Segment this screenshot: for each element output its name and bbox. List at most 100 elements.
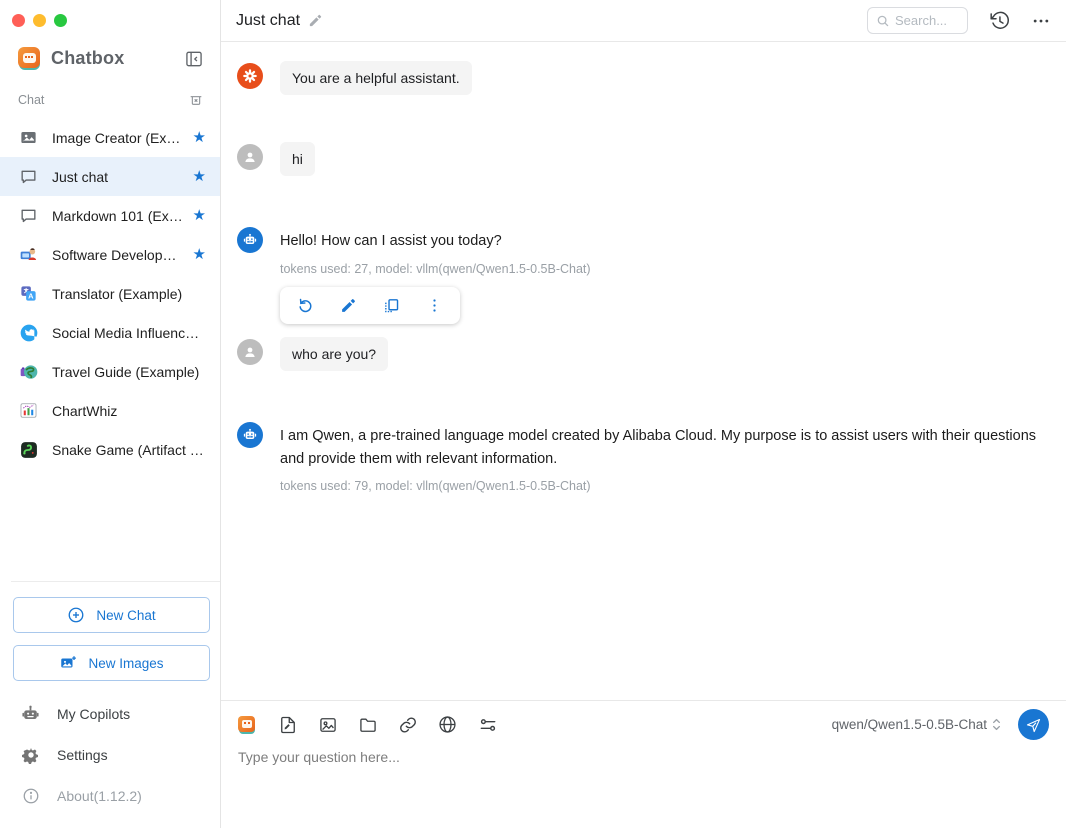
sidebar-item-image-creator[interactable]: Image Creator (Ex… ★: [0, 118, 220, 157]
sidebar-item-snake-game[interactable]: Snake Game (Artifact E…: [0, 430, 220, 469]
message-text: who are you?: [280, 337, 388, 371]
about-label: About(1.12.2): [57, 788, 142, 804]
chat-item-label: Image Creator (Ex…: [52, 130, 187, 146]
send-button[interactable]: [1018, 709, 1049, 740]
zoom-button[interactable]: [54, 14, 67, 27]
info-icon: [21, 786, 40, 805]
message-meta: tokens used: 27, model: vllm(qwen/Qwen1.…: [280, 262, 591, 276]
chat-section-header: Chat: [0, 92, 220, 108]
more-vertical-icon[interactable]: [426, 297, 443, 314]
new-images-button[interactable]: New Images: [13, 645, 210, 681]
chatbox-logo-icon[interactable]: [238, 716, 256, 734]
message-list: You are a helpful assistant. hi Hello! H…: [221, 42, 1066, 700]
minimize-button[interactable]: [33, 14, 46, 27]
sidebar-item-social-media-influencer[interactable]: Social Media Influencer …: [0, 313, 220, 352]
history-icon[interactable]: [989, 10, 1010, 31]
message-text: I am Qwen, a pre-trained language model …: [280, 420, 1042, 470]
image-attach-icon[interactable]: [317, 714, 338, 735]
sidebar-item-my-copilots[interactable]: My Copilots: [0, 693, 220, 734]
chat-item-label: Snake Game (Artifact E…: [52, 442, 206, 458]
search-box[interactable]: [867, 7, 968, 34]
robot-icon: [21, 704, 40, 723]
assistant-robot-avatar: [237, 227, 263, 253]
image-icon: [18, 127, 39, 148]
send-icon: [1025, 716, 1042, 733]
chat-item-label: Social Media Influencer …: [52, 325, 206, 341]
chart-icon: [18, 400, 39, 421]
close-button[interactable]: [12, 14, 25, 27]
assistant-robot-avatar: [237, 422, 263, 448]
user-avatar: [237, 339, 263, 365]
chat-item-label: Markdown 101 (Ex…: [52, 208, 187, 224]
chat-section-label: Chat: [18, 93, 44, 107]
star-icon[interactable]: ★: [193, 169, 206, 184]
new-chat-label: New Chat: [96, 608, 155, 623]
app-brand: Chatbox: [0, 47, 220, 70]
model-name: qwen/Qwen1.5-0.5B-Chat: [832, 717, 987, 732]
collapse-sidebar-icon[interactable]: [184, 49, 204, 69]
search-icon: [876, 14, 890, 28]
system-gear-avatar: [237, 63, 263, 89]
new-chat-button[interactable]: New Chat: [13, 597, 210, 633]
star-icon[interactable]: ★: [193, 130, 206, 145]
composer-toolbar: qwen/Qwen1.5-0.5B-Chat: [238, 712, 1049, 737]
chatbox-window: Chatbox Chat Image Creator (Ex… ★: [0, 0, 1066, 828]
svg-text:A: A: [28, 291, 34, 300]
message-meta: tokens used: 79, model: vllm(qwen/Qwen1.…: [280, 479, 1042, 493]
link-icon[interactable]: [397, 714, 418, 735]
image-plus-icon: [59, 654, 77, 672]
sidebar: Chatbox Chat Image Creator (Ex… ★: [0, 0, 221, 828]
regenerate-icon[interactable]: [297, 297, 314, 314]
conversation-header: Just chat: [221, 0, 1066, 42]
sliders-icon[interactable]: [477, 714, 498, 735]
message-user: who are you?: [237, 337, 1050, 371]
chat-item-label: Travel Guide (Example): [52, 364, 206, 380]
message-text: You are a helpful assistant.: [280, 61, 472, 95]
folder-icon[interactable]: [357, 714, 378, 735]
main-panel: Just chat You are: [221, 0, 1066, 828]
app-title: Chatbox: [51, 48, 184, 69]
chatbox-logo-icon: [18, 47, 41, 70]
new-images-label: New Images: [88, 656, 163, 671]
sidebar-item-chartwhiz[interactable]: ChartWhiz: [0, 391, 220, 430]
sidebar-divider: [11, 581, 220, 582]
more-horizontal-icon[interactable]: [1031, 11, 1051, 31]
model-selector[interactable]: qwen/Qwen1.5-0.5B-Chat: [832, 717, 1003, 732]
sidebar-item-travel-guide[interactable]: Travel Guide (Example): [0, 352, 220, 391]
sidebar-item-translator[interactable]: A Translator (Example): [0, 274, 220, 313]
conversation-title: Just chat: [236, 12, 300, 30]
edit-icon[interactable]: [340, 297, 357, 314]
star-icon[interactable]: ★: [193, 208, 206, 223]
edit-pencil-icon[interactable]: [308, 13, 323, 28]
window-controls: [0, 14, 220, 27]
chat-item-label: ChartWhiz: [52, 403, 206, 419]
message-text: Hello! How can I assist you today?: [280, 225, 591, 252]
gear-icon: [21, 745, 40, 764]
message-action-toolbar: [280, 287, 460, 324]
file-pen-icon[interactable]: [277, 714, 298, 735]
chat-item-label: Just chat: [52, 169, 187, 185]
model-chevrons-icon: [990, 717, 1003, 732]
developer-icon: [18, 244, 39, 265]
composer: qwen/Qwen1.5-0.5B-Chat: [221, 700, 1066, 828]
star-icon[interactable]: ★: [193, 247, 206, 262]
clear-chats-icon[interactable]: [188, 92, 204, 108]
sidebar-item-software-developer[interactable]: Software Develop… ★: [0, 235, 220, 274]
chat-bubble-icon: [18, 166, 39, 187]
search-input[interactable]: [895, 13, 955, 28]
message-input[interactable]: [238, 749, 1049, 809]
copy-icon[interactable]: [383, 297, 400, 314]
chat-item-label: Translator (Example): [52, 286, 206, 302]
sidebar-item-about[interactable]: About(1.12.2): [0, 775, 220, 816]
travel-globe-icon: [18, 361, 39, 382]
chat-item-label: Software Develop…: [52, 247, 187, 263]
sidebar-item-just-chat[interactable]: Just chat ★: [0, 157, 220, 196]
sidebar-item-markdown-101[interactable]: Markdown 101 (Ex… ★: [0, 196, 220, 235]
web-globe-icon[interactable]: [437, 714, 458, 735]
chat-bubble-icon: [18, 205, 39, 226]
plus-circle-icon: [67, 606, 85, 624]
user-avatar: [237, 144, 263, 170]
chat-list: Image Creator (Ex… ★ Just chat ★ Markdow…: [0, 118, 220, 469]
sidebar-item-settings[interactable]: Settings: [0, 734, 220, 775]
my-copilots-label: My Copilots: [57, 706, 130, 722]
